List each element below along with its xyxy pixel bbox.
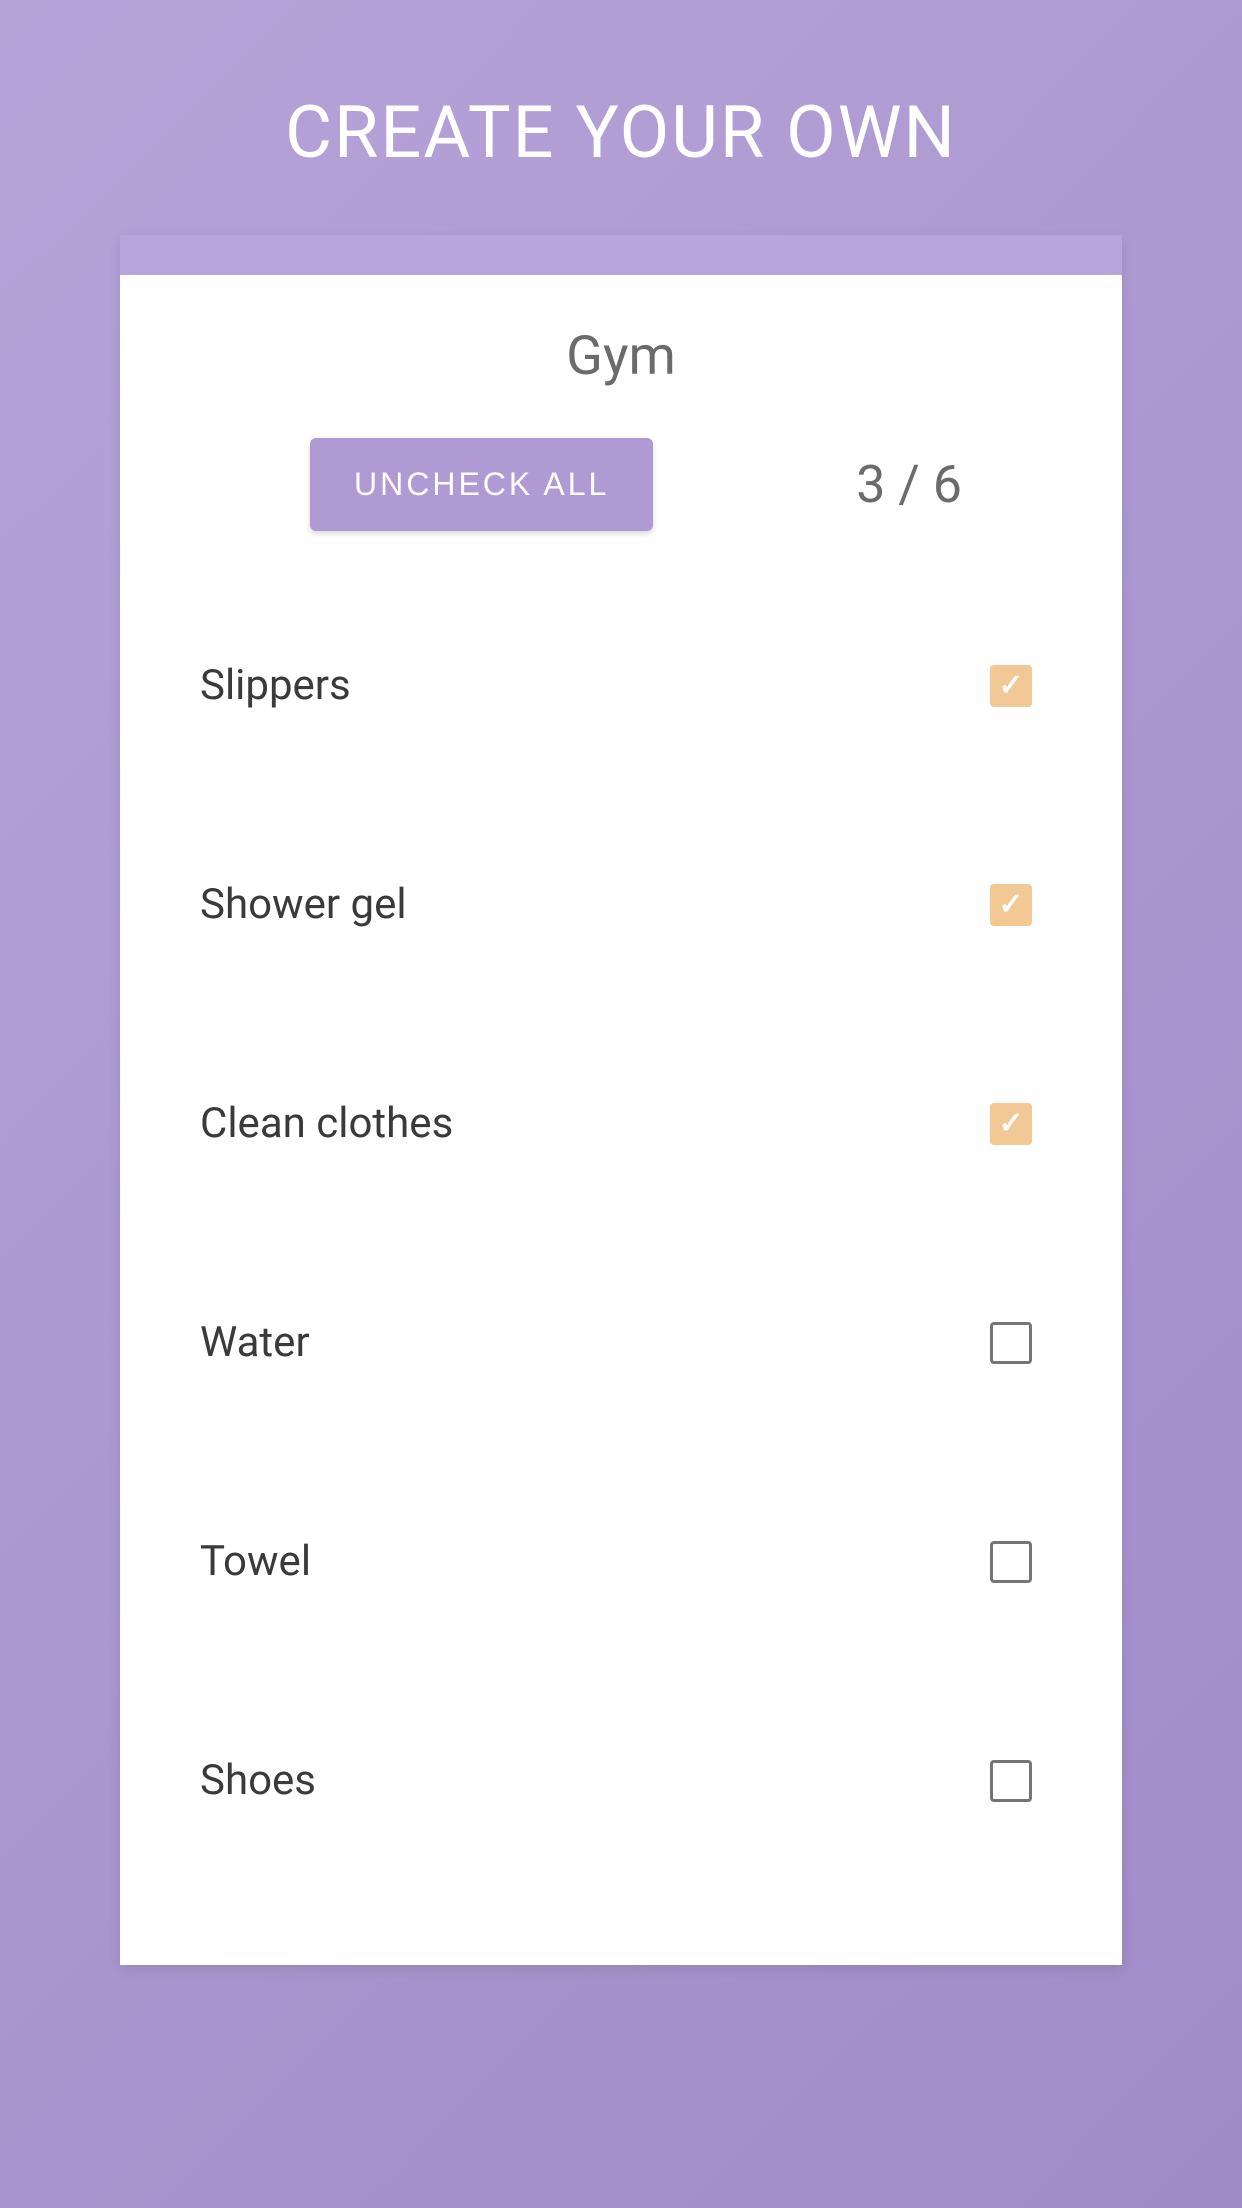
checkbox[interactable]: ✓ (990, 1103, 1032, 1145)
card-title: Gym (120, 275, 1122, 438)
item-label: Towel (200, 1537, 311, 1586)
item-label: Shower gel (200, 880, 407, 929)
list-item[interactable]: Towel (200, 1487, 1042, 1636)
list-item[interactable]: Shoes (200, 1706, 1042, 1855)
checkbox[interactable]: ✓ (990, 884, 1032, 926)
item-label: Shoes (200, 1756, 316, 1805)
checkmark-icon: ✓ (998, 1106, 1023, 1141)
card-top-bar (120, 235, 1122, 275)
item-label: Clean clothes (200, 1099, 453, 1148)
uncheck-all-button[interactable]: UNCHECK ALL (310, 438, 653, 531)
list-item[interactable]: Clean clothes ✓ (200, 1049, 1042, 1198)
checklist-card: Gym UNCHECK ALL 3 / 6 Slippers ✓ Shower … (120, 235, 1122, 1965)
list-item[interactable]: Shower gel ✓ (200, 830, 1042, 979)
checkmark-icon: ✓ (998, 668, 1023, 703)
checkmark-icon: ✓ (998, 887, 1023, 922)
checkbox[interactable]: ✓ (990, 665, 1032, 707)
checkbox[interactable] (990, 1760, 1032, 1802)
checkbox[interactable] (990, 1541, 1032, 1583)
controls-row: UNCHECK ALL 3 / 6 (120, 438, 1122, 531)
list-item[interactable]: Water (200, 1268, 1042, 1417)
checklist: Slippers ✓ Shower gel ✓ Clean clothes ✓ … (120, 611, 1122, 1855)
page-title: CREATE YOUR OWN (0, 0, 1242, 235)
progress-counter: 3 / 6 (856, 454, 962, 515)
list-item[interactable]: Slippers ✓ (200, 611, 1042, 760)
item-label: Water (200, 1318, 310, 1367)
checkbox[interactable] (990, 1322, 1032, 1364)
item-label: Slippers (200, 661, 351, 710)
